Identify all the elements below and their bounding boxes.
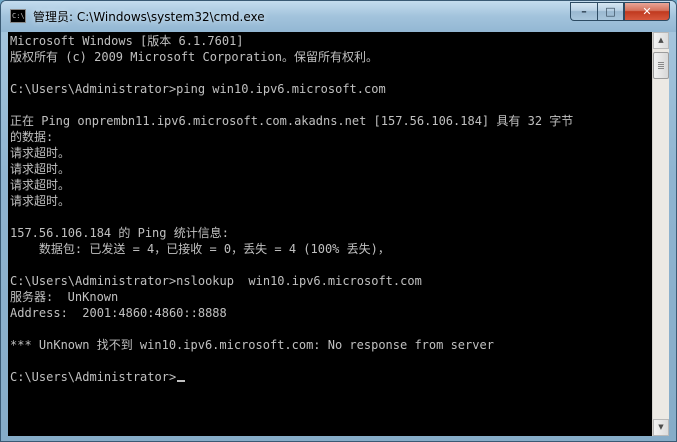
console-line: 的数据:: [10, 130, 54, 144]
maximize-icon: □: [605, 5, 616, 18]
console-line: 请求超时。: [10, 146, 71, 160]
console-line: Address: 2001:4860:4860::8888: [10, 306, 227, 320]
console-output[interactable]: Microsoft Windows [版本 6.1.7601] 版权所有 (c)…: [9, 32, 652, 436]
cmd-app-icon[interactable]: C:\: [10, 9, 26, 23]
console-line: 版权所有 (c) 2009 Microsoft Corporation。保留所有…: [10, 50, 378, 64]
console-line: 数据包: 已发送 = 4，已接收 = 0，丢失 = 4 (100% 丢失)，: [10, 242, 390, 256]
title-bar[interactable]: C:\ 管理员: C:\Windows\system32\cmd.exe – □…: [1, 1, 676, 32]
console-line: 正在 Ping onprembn11.ipv6.microsoft.com.ak…: [10, 114, 574, 128]
grip-icon: [658, 62, 664, 69]
console-client-area: Microsoft Windows [版本 6.1.7601] 版权所有 (c)…: [8, 32, 669, 436]
window-title: 管理员: C:\Windows\system32\cmd.exe: [33, 10, 265, 24]
minimize-icon: –: [581, 5, 587, 18]
console-prompt: C:\Users\Administrator>: [10, 370, 177, 384]
console-line: C:\Users\Administrator>ping win10.ipv6.m…: [10, 82, 386, 96]
scroll-down-button[interactable]: ▼: [653, 419, 669, 436]
arrow-down-icon: ▼: [658, 423, 664, 431]
console-line: 服务器: UnKnown: [10, 290, 119, 304]
minimize-button[interactable]: –: [570, 2, 597, 21]
console-line: *** UnKnown 找不到 win10.ipv6.microsoft.com…: [10, 338, 494, 352]
close-icon: ✕: [642, 5, 652, 18]
text-cursor: [177, 380, 186, 382]
caption-buttons: – □ ✕: [570, 2, 670, 22]
close-button[interactable]: ✕: [624, 2, 670, 21]
console-line: 请求超时。: [10, 194, 71, 208]
console-line: 请求超时。: [10, 178, 71, 192]
console-line: Microsoft Windows [版本 6.1.7601]: [10, 34, 244, 48]
console-line: C:\Users\Administrator>nslookup win10.ip…: [10, 274, 422, 288]
scroll-up-button[interactable]: ▲: [653, 32, 669, 49]
console-line: 请求超时。: [10, 162, 71, 176]
scrollbar-thumb[interactable]: [653, 52, 669, 79]
vertical-scrollbar[interactable]: ▲ ▼: [652, 32, 669, 436]
arrow-up-icon: ▲: [658, 36, 664, 44]
console-line: 157.56.106.184 的 Ping 统计信息:: [10, 226, 229, 240]
cmd-window: C:\ 管理员: C:\Windows\system32\cmd.exe – □…: [0, 0, 677, 442]
console-prompt-line: C:\Users\Administrator>: [10, 369, 186, 385]
maximize-button[interactable]: □: [597, 2, 624, 21]
